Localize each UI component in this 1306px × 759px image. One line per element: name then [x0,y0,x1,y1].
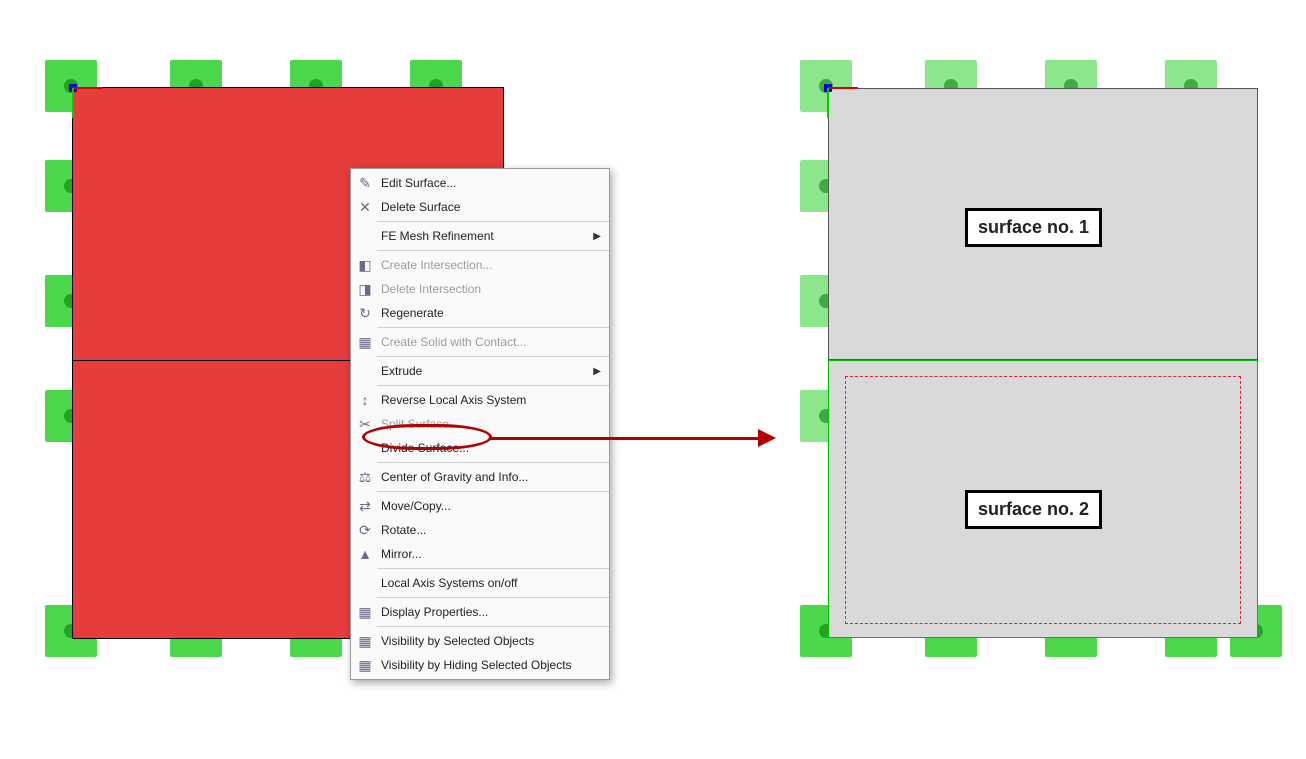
menu-item-display-properties[interactable]: ▦ Display Properties... [351,600,609,624]
menu-item-edit-surface[interactable]: ✎ Edit Surface... [351,171,609,195]
move-copy-icon: ⇄ [355,496,375,516]
menu-item-label: Mirror... [379,547,601,561]
menu-separator [377,327,609,328]
menu-separator [377,221,609,222]
create-solid-with-contact-icon: ▦ [355,332,375,352]
fe-mesh-refinement-icon [355,226,375,246]
menu-item-reverse-local-axis-system[interactable]: ↕ Reverse Local Axis System [351,388,609,412]
menu-item-label: Center of Gravity and Info... [379,470,601,484]
menu-separator [377,491,609,492]
menu-separator [377,250,609,251]
visibility-by-selected-objects-icon: ▦ [355,631,375,651]
visibility-by-hiding-selected-objects-icon: ▦ [355,655,375,675]
menu-item-label: Rotate... [379,523,601,537]
extrude-icon [355,361,375,381]
menu-item-move-copy[interactable]: ⇄ Move/Copy... [351,494,609,518]
menu-item-split-surface: ✂ Split Surface... [351,412,609,436]
rotate-icon: ⟳ [355,520,375,540]
surface-context-menu: ✎ Edit Surface... ✕ Delete Surface FE Mesh R… [350,168,610,680]
menu-item-label: Reverse Local Axis System [379,393,601,407]
menu-item-delete-surface[interactable]: ✕ Delete Surface [351,195,609,219]
menu-separator [377,568,609,569]
divide-surface-icon [355,438,375,458]
regenerate-icon: ↻ [355,303,375,323]
menu-separator [377,597,609,598]
surface-1-label: surface no. 1 [965,208,1102,247]
annotation-arrow-head [758,429,776,447]
menu-item-label: Create Intersection... [379,258,601,272]
menu-item-label: Local Axis Systems on/off [379,576,601,590]
menu-item-label: FE Mesh Refinement [379,229,593,243]
menu-item-rotate[interactable]: ⟳ Rotate... [351,518,609,542]
delete-intersection-icon: ◨ [355,279,375,299]
x-axis-icon [73,87,103,89]
menu-item-create-solid-with-contact: ▦ Create Solid with Contact... [351,330,609,354]
submenu-arrow-icon: ▶ [593,366,601,377]
reverse-local-axis-system-icon: ↕ [355,390,375,410]
menu-item-fe-mesh-refinement[interactable]: FE Mesh Refinement▶ [351,224,609,248]
submenu-arrow-icon: ▶ [593,231,601,242]
delete-surface-icon: ✕ [355,197,375,217]
y-axis-icon [72,88,74,118]
menu-item-label: Edit Surface... [379,176,601,190]
menu-item-extrude[interactable]: Extrude▶ [351,359,609,383]
edit-surface-icon: ✎ [355,173,375,193]
menu-item-regenerate[interactable]: ↻ Regenerate [351,301,609,325]
x-axis-icon [828,87,858,89]
annotation-arrow-line [490,437,760,440]
menu-item-visibility-by-hiding-selected-objects[interactable]: ▦ Visibility by Hiding Selected Objects [351,653,609,677]
mirror-icon: ▲ [355,544,375,564]
menu-item-delete-intersection: ◨ Delete Intersection [351,277,609,301]
menu-item-visibility-by-selected-objects[interactable]: ▦ Visibility by Selected Objects [351,629,609,653]
create-intersection-icon: ◧ [355,255,375,275]
menu-item-center-of-gravity-and-info[interactable]: ⚖ Center of Gravity and Info... [351,465,609,489]
menu-separator [377,626,609,627]
local-axis-systems-on-off-icon [355,573,375,593]
menu-item-label: Divide Surface... [379,441,601,455]
menu-item-label: Move/Copy... [379,499,601,513]
menu-item-label: Create Solid with Contact... [379,335,601,349]
menu-item-label: Delete Surface [379,200,601,214]
menu-item-mirror[interactable]: ▲ Mirror... [351,542,609,566]
menu-item-label: Split Surface... [379,417,601,431]
menu-item-label: Regenerate [379,306,601,320]
menu-item-label: Delete Intersection [379,282,601,296]
menu-separator [377,356,609,357]
split-surface-icon: ✂ [355,414,375,434]
menu-item-label: Extrude [379,364,593,378]
surface-2-label: surface no. 2 [965,490,1102,529]
menu-separator [377,385,609,386]
y-axis-icon [827,88,829,118]
menu-item-label: Visibility by Hiding Selected Objects [379,658,601,672]
center-of-gravity-and-info-icon: ⚖ [355,467,375,487]
display-properties-icon: ▦ [355,602,375,622]
menu-item-label: Display Properties... [379,605,601,619]
menu-item-local-axis-systems-on-off[interactable]: Local Axis Systems on/off [351,571,609,595]
menu-separator [377,462,609,463]
menu-item-label: Visibility by Selected Objects [379,634,601,648]
menu-item-create-intersection: ◧ Create Intersection... [351,253,609,277]
right-model-view: surface no. 1 surface no. 2 [800,60,1280,660]
